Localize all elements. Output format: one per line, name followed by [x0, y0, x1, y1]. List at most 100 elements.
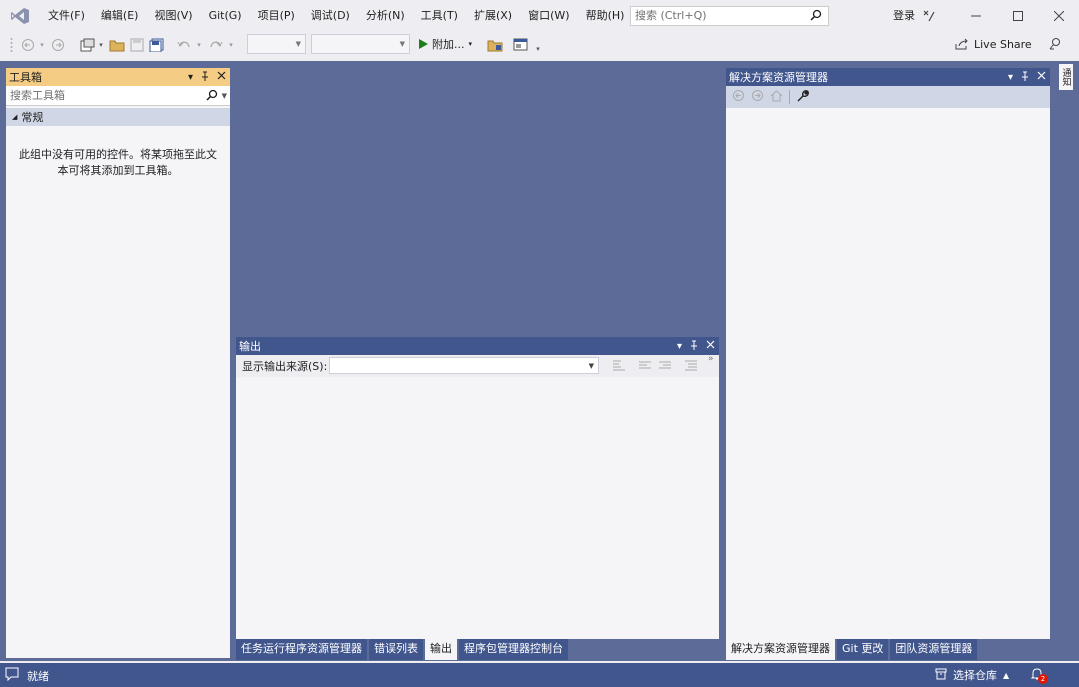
forward-icon[interactable]: [50, 36, 66, 54]
save-icon[interactable]: [128, 36, 146, 54]
tab-error-list[interactable]: 错误列表: [369, 639, 423, 660]
next-message-icon[interactable]: [658, 359, 672, 374]
toolbar-overflow-icon[interactable]: ▾: [534, 40, 542, 58]
clear-all-icon[interactable]: [684, 359, 698, 374]
output-panel: 输出 ▾ 显示输出来源(S): ▼ »: [236, 337, 719, 639]
visual-studio-logo-icon: [0, 0, 40, 32]
undo-dropdown-icon[interactable]: ▾: [195, 36, 203, 54]
output-source-label: 显示输出来源(S):: [242, 360, 328, 373]
output-header: 输出 ▾: [236, 337, 719, 355]
chevron-down-icon: ▼: [295, 40, 301, 48]
play-icon: [419, 39, 428, 49]
panel-menu-dropdown-icon[interactable]: ▾: [677, 341, 682, 352]
search-icon: [810, 9, 822, 27]
chevron-down-icon: ▼: [588, 362, 594, 370]
back-icon[interactable]: [732, 89, 745, 105]
previous-message-icon[interactable]: [638, 359, 652, 374]
chevron-down-icon: ▼: [399, 40, 405, 48]
menu-window[interactable]: 窗口(W): [520, 0, 577, 32]
output-toolbar: 显示输出来源(S): ▼ »: [236, 354, 719, 377]
new-project-icon[interactable]: [79, 36, 97, 54]
toolbox-panel: 工具箱 ▾ 搜索工具箱 ▼ ◢ 常规 此组中没有可用的控件。将某项拖至此文本可将…: [6, 68, 230, 658]
attach-dropdown-icon[interactable]: ▾: [469, 40, 473, 48]
toolbox-group-general[interactable]: ◢ 常规: [6, 108, 230, 126]
undo-icon[interactable]: [176, 36, 192, 54]
back-icon[interactable]: [20, 36, 36, 54]
output-title: 输出: [239, 340, 261, 353]
menu-tools[interactable]: 工具(T): [413, 0, 466, 32]
forward-icon[interactable]: [751, 89, 764, 105]
signin-link[interactable]: 登录: [893, 0, 915, 32]
menu-edit[interactable]: 编辑(E): [93, 0, 147, 32]
tab-task-runner-explorer[interactable]: 任务运行程序资源管理器: [236, 639, 367, 660]
tab-git-changes[interactable]: Git 更改: [837, 639, 889, 660]
menu-project[interactable]: 项目(P): [250, 0, 303, 32]
menu-bar: 文件(F) 编辑(E) 视图(V) Git(G) 项目(P) 调试(D) 分析(…: [0, 0, 1079, 32]
home-icon[interactable]: [770, 89, 783, 105]
project-folder-icon[interactable]: [486, 36, 504, 54]
search-options-dropdown-icon[interactable]: ▼: [222, 87, 227, 106]
live-share-button[interactable]: Live Share: [955, 36, 1032, 52]
search-icon[interactable]: [206, 88, 218, 107]
find-message-icon[interactable]: [612, 359, 626, 374]
menu-debug[interactable]: 调试(D): [303, 0, 358, 32]
pin-icon[interactable]: [201, 71, 209, 84]
solution-configuration-select[interactable]: ▼: [247, 34, 306, 54]
solution-explorer-panel: 解决方案资源管理器 ▾: [726, 68, 1050, 639]
open-folder-icon[interactable]: [108, 36, 126, 54]
menu-extensions[interactable]: 扩展(X): [466, 0, 520, 32]
select-repository-button[interactable]: 选择仓库: [953, 667, 997, 683]
pin-icon[interactable]: [690, 340, 698, 353]
output-source-select[interactable]: ▼: [329, 357, 599, 374]
save-all-icon[interactable]: [148, 36, 166, 54]
global-search-input[interactable]: 搜索 (Ctrl+Q): [630, 6, 829, 26]
tab-team-explorer[interactable]: 团队资源管理器: [890, 639, 978, 660]
toolbar-separator: [789, 90, 790, 104]
feedback-icon[interactable]: [1046, 35, 1064, 53]
close-window-button[interactable]: [1039, 0, 1079, 32]
tab-package-manager-console[interactable]: 程序包管理器控制台: [459, 639, 568, 660]
toolbox-title: 工具箱: [9, 71, 42, 84]
solution-platform-select[interactable]: ▼: [311, 34, 410, 54]
account-icon[interactable]: [922, 9, 936, 26]
search-placeholder: 搜索 (Ctrl+Q): [635, 9, 707, 22]
menu-view[interactable]: 视图(V): [146, 0, 200, 32]
maximize-button[interactable]: [998, 0, 1038, 32]
back-dropdown-icon[interactable]: ▾: [38, 36, 46, 54]
panel-menu-dropdown-icon[interactable]: ▾: [1008, 72, 1013, 83]
solution-explorer-title: 解决方案资源管理器: [729, 71, 828, 84]
toolbar-grip-icon: [9, 36, 13, 54]
panel-menu-dropdown-icon[interactable]: ▾: [188, 72, 193, 83]
toolbox-search-placeholder: 搜索工具箱: [10, 89, 65, 102]
close-icon[interactable]: [1037, 71, 1046, 83]
pin-icon[interactable]: [1021, 71, 1029, 84]
toolbox-empty-message: 此组中没有可用的控件。将某项拖至此文本可将其添加到工具箱。: [19, 148, 217, 177]
close-icon[interactable]: [706, 340, 715, 352]
menu-help[interactable]: 帮助(H): [578, 0, 633, 32]
attach-label: 附加...: [432, 38, 465, 51]
toolbox-search-input[interactable]: 搜索工具箱 ▼: [6, 86, 230, 106]
menu-file[interactable]: 文件(F): [40, 0, 93, 32]
bottom-tabstrip: 任务运行程序资源管理器 错误列表 输出 程序包管理器控制台: [236, 639, 570, 660]
redo-icon[interactable]: [208, 36, 224, 54]
menu-git[interactable]: Git(G): [201, 0, 250, 32]
minimize-button[interactable]: [956, 0, 996, 32]
menu-analyze[interactable]: 分析(N): [358, 0, 413, 32]
window-layout-icon[interactable]: [512, 36, 530, 54]
properties-wrench-icon[interactable]: [796, 89, 809, 105]
side-tool-strip: 通知: [1056, 61, 1079, 661]
close-icon[interactable]: [217, 71, 226, 83]
output-window-icon[interactable]: [5, 667, 19, 684]
output-text-area[interactable]: [236, 377, 719, 639]
tab-output[interactable]: 输出: [425, 639, 457, 660]
attach-button[interactable]: 附加... ▾: [419, 36, 472, 52]
new-project-dropdown-icon[interactable]: ▾: [97, 36, 105, 54]
tab-solution-explorer[interactable]: 解决方案资源管理器: [726, 639, 835, 660]
redo-dropdown-icon[interactable]: ▾: [227, 36, 235, 54]
toolbox-header: 工具箱 ▾: [6, 68, 230, 86]
chevron-up-icon[interactable]: ▲: [1003, 671, 1009, 680]
toolbox-group-label: 常规: [21, 111, 44, 124]
toolbar-overflow-icon[interactable]: »: [708, 354, 714, 364]
notifications-side-tab[interactable]: 通知: [1059, 64, 1073, 90]
solution-explorer-header: 解决方案资源管理器 ▾: [726, 68, 1050, 86]
